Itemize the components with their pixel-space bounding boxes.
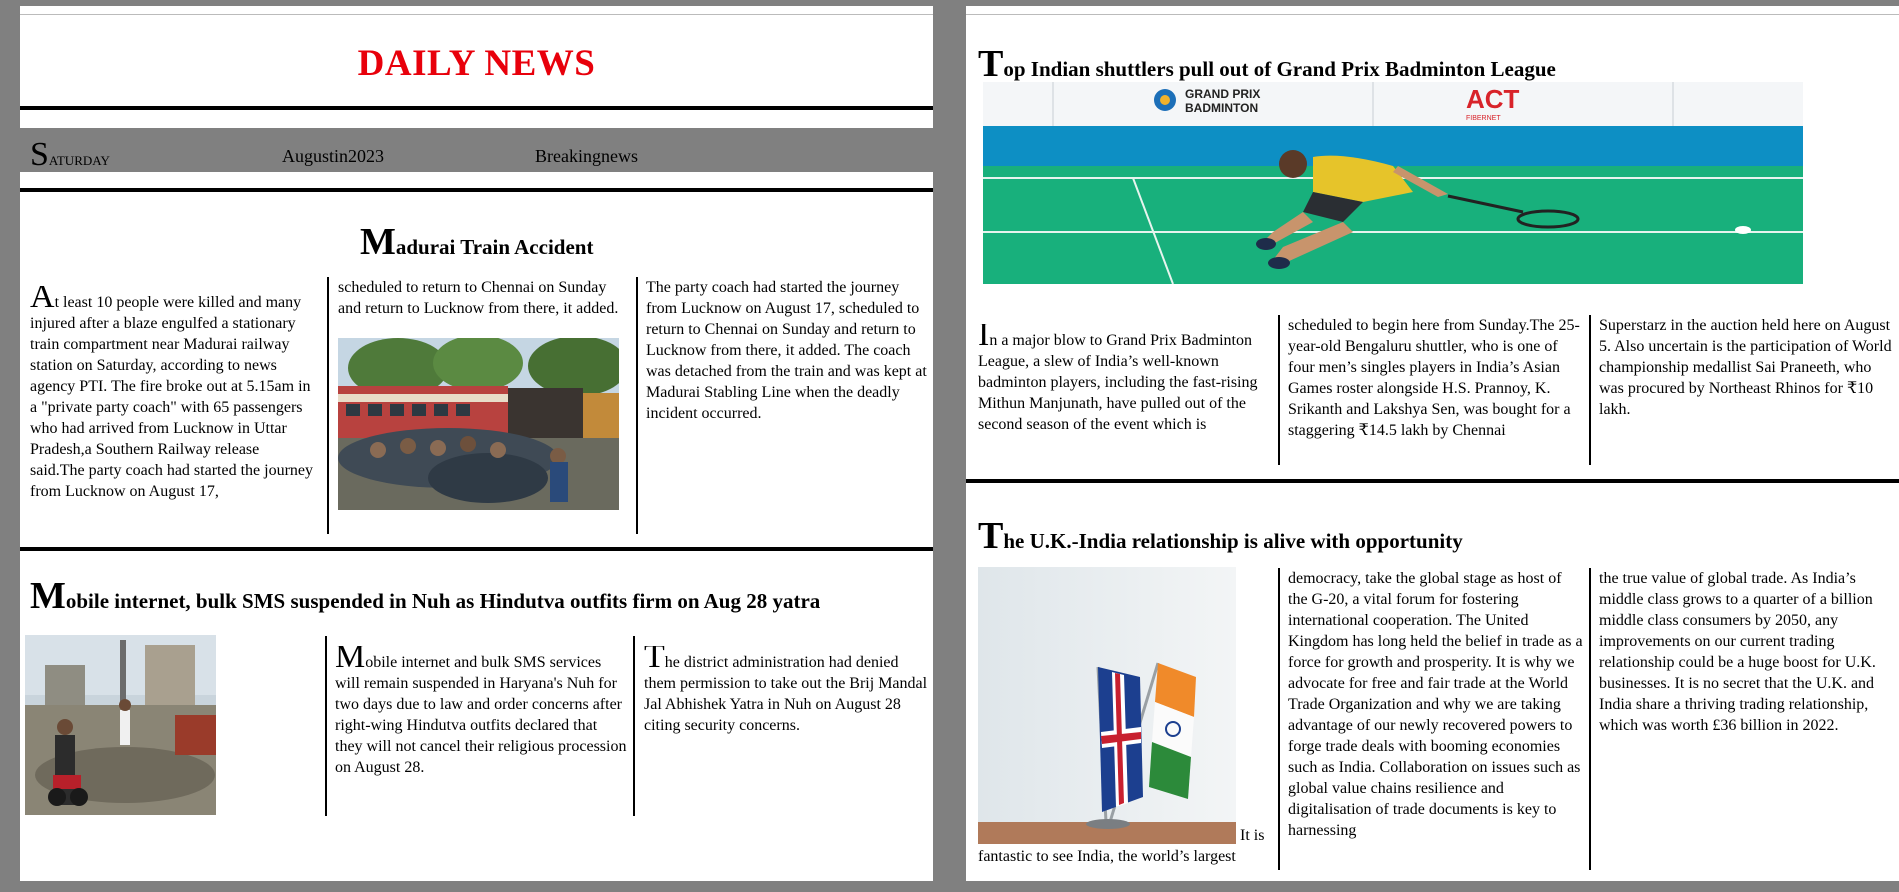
article-divider	[966, 479, 1899, 483]
article-madurai-col3: The party coach had started the journey …	[646, 279, 927, 422]
article-headline-madurai: Madurai Train Accident	[360, 221, 594, 263]
dateline-bar: Saturday Augustin2023 Breakingnews	[20, 128, 933, 173]
article-headline-nuh: Mobile internet, bulk SMS suspended in N…	[30, 575, 821, 617]
dateline-label: Breakingnews	[535, 146, 638, 166]
top-rule	[966, 14, 1899, 15]
left-page: DAILY NEWS Saturday Augustin2023 Breakin…	[20, 6, 933, 881]
article-badminton-col2: scheduled to begin here from Sunday.The …	[1288, 317, 1580, 439]
masthead-rule	[20, 106, 933, 110]
article-nuh-col3: The district administration had denied t…	[644, 646, 928, 734]
column-divider	[636, 277, 638, 534]
column-divider	[1278, 315, 1280, 465]
banner-text-act: ACT	[1466, 84, 1520, 114]
masthead-title: DAILY NEWS	[357, 43, 596, 84]
nuh-street-photo	[25, 635, 216, 815]
column-divider	[633, 636, 635, 816]
article-uk-india-col1: It is fantastic to see India, the world’…	[978, 827, 1265, 865]
column-divider	[325, 636, 327, 816]
article-headline-badminton: Top Indian shuttlers pull out of Grand P…	[978, 43, 1556, 85]
column-divider	[1278, 568, 1280, 870]
article-madurai-col2: scheduled to return to Chennai on Sunday…	[338, 279, 619, 317]
train-fire-photo	[338, 338, 619, 510]
article-badminton-col3: Superstarz in the auction held here on A…	[1599, 317, 1892, 418]
article-badminton-col1: In a major blow to Grand Prix Badminton …	[978, 324, 1258, 433]
right-page: Top Indian shuttlers pull out of Grand P…	[966, 6, 1899, 881]
article-madurai-col1: At least 10 people were killed and many …	[30, 286, 313, 500]
flags-photo	[978, 567, 1236, 844]
column-divider	[1589, 568, 1591, 870]
top-rule	[20, 14, 933, 15]
section-rule	[20, 188, 933, 192]
column-divider	[1589, 315, 1591, 465]
badminton-player-photo: GRAND PRIX BADMINTON ACT FIBERNET	[983, 82, 1803, 284]
article-uk-india-col2: democracy, take the global stage as host…	[1288, 570, 1583, 839]
banner-text-fibernet: FIBERNET	[1466, 115, 1501, 122]
article-divider	[20, 547, 933, 551]
article-uk-india-col3: the true value of global trade. As India…	[1599, 570, 1876, 734]
dateline-date: Augustin2023	[282, 146, 385, 166]
column-divider	[327, 277, 329, 534]
banner-text-badminton: BADMINTON	[1185, 101, 1258, 115]
banner-text-grand-prix: GRAND PRIX	[1185, 87, 1260, 101]
article-headline-uk-india: The U.K.-India relationship is alive wit…	[978, 515, 1463, 557]
dateline-day: Saturday	[30, 136, 110, 173]
article-nuh-col2: Mobile internet and bulk SMS services wi…	[335, 646, 627, 776]
